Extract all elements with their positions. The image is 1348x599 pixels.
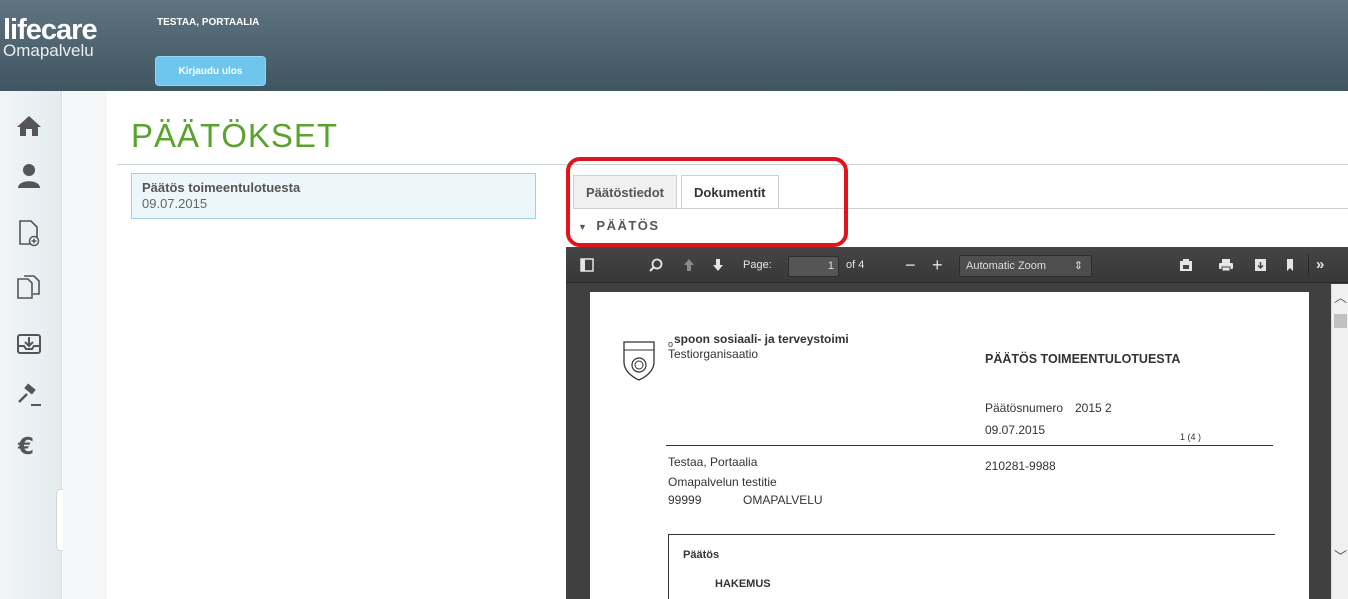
decision-date: 09.07.2015 <box>142 196 208 211</box>
download-icon[interactable] <box>1254 247 1267 283</box>
personal-id: 210281-9988 <box>985 459 1056 473</box>
page-title: PÄÄTÖKSET <box>131 117 339 154</box>
app-header: lifecare Omapalvelu TESTAA, PORTAALIA Ki… <box>0 0 1348 91</box>
print-icon[interactable] <box>1218 247 1234 283</box>
pdf-page: o spoon sosiaali- ja terveystoimi Testio… <box>590 292 1309 599</box>
scroll-up-icon[interactable]: ︿ <box>1334 287 1347 306</box>
sidebar: € <box>0 91 76 599</box>
gavel-icon[interactable] <box>14 381 44 411</box>
document-date: 09.07.2015 <box>985 423 1046 437</box>
page-number-input[interactable]: 1 <box>788 256 839 277</box>
header-rule <box>666 445 1273 446</box>
svg-text:€: € <box>17 434 34 459</box>
recipient-zip: 99999 <box>668 493 702 507</box>
zoom-select[interactable]: Automatic Zoom ⇕ <box>959 255 1092 277</box>
zoom-in-icon[interactable]: + <box>932 247 943 283</box>
document-title: PÄÄTÖS TOIMEENTULOTUESTA <box>985 352 1181 366</box>
zoom-out-icon[interactable]: − <box>905 247 916 283</box>
more-tools-icon[interactable]: » <box>1316 247 1324 283</box>
decision-box: Päätös HAKEMUS <box>668 534 1275 599</box>
decision-number-label: Päätösnumero <box>985 401 1064 415</box>
organization-sub: Testiorganisaatio <box>668 347 759 361</box>
inbox-icon[interactable] <box>14 328 44 358</box>
bookmark-icon[interactable] <box>1285 247 1295 283</box>
page-label: Page: <box>743 259 772 271</box>
organization-name: spoon sosiaali- ja terveystoimi <box>674 332 849 346</box>
new-document-icon[interactable] <box>14 218 44 248</box>
recipient-city: OMAPALVELU <box>743 493 823 507</box>
sidebar-toggle-icon[interactable] <box>580 247 594 283</box>
euro-icon[interactable]: € <box>14 431 44 461</box>
pdf-document-area: o spoon sosiaali- ja terveystoimi Testio… <box>566 284 1348 599</box>
pdf-viewer: Page: 1 of 4 − + Automatic Zoom ⇕ » o sp… <box>566 247 1348 599</box>
highlight-annotation <box>566 157 848 247</box>
box-heading: Päätös <box>683 549 720 561</box>
content-gutter <box>63 91 107 599</box>
pdf-scrollbar[interactable]: ︿ ﹀ <box>1331 284 1348 599</box>
documents-icon[interactable] <box>14 272 44 302</box>
next-page-icon[interactable] <box>712 247 724 283</box>
home-icon[interactable] <box>14 111 44 141</box>
logout-button[interactable]: Kirjaudu ulos <box>155 56 266 86</box>
page-marker: 1 (4 ) <box>1180 432 1202 442</box>
scroll-down-icon[interactable]: ﹀ <box>1334 546 1347 565</box>
decision-list-item[interactable]: Päätös toimeentulotuesta 09.07.2015 <box>131 173 536 219</box>
select-arrows-icon: ⇕ <box>1073 260 1083 272</box>
box-subheading: HAKEMUS <box>715 578 771 590</box>
logo-subtitle: Omapalvelu <box>3 41 94 60</box>
presentation-mode-icon[interactable] <box>1179 247 1193 283</box>
search-icon[interactable] <box>649 247 663 283</box>
previous-page-icon[interactable] <box>683 247 695 283</box>
decision-number-value: 2015 2 <box>1075 401 1112 415</box>
user-name: TESTAA, PORTAALIA <box>157 17 260 28</box>
person-icon[interactable] <box>14 161 44 191</box>
recipient-street: Omapalvelun testitie <box>668 475 777 489</box>
page-total: of 4 <box>846 259 865 271</box>
pdf-toolbar: Page: 1 of 4 − + Automatic Zoom ⇕ » <box>566 247 1348 283</box>
zoom-value: Automatic Zoom <box>966 260 1047 272</box>
decision-title: Päätös toimeentulotuesta <box>142 180 301 195</box>
coat-of-arms-icon <box>623 341 655 381</box>
toolbar-separator <box>1308 254 1309 276</box>
recipient-name: Testaa, Portaalia <box>668 455 758 469</box>
scroll-thumb[interactable] <box>1334 314 1347 328</box>
